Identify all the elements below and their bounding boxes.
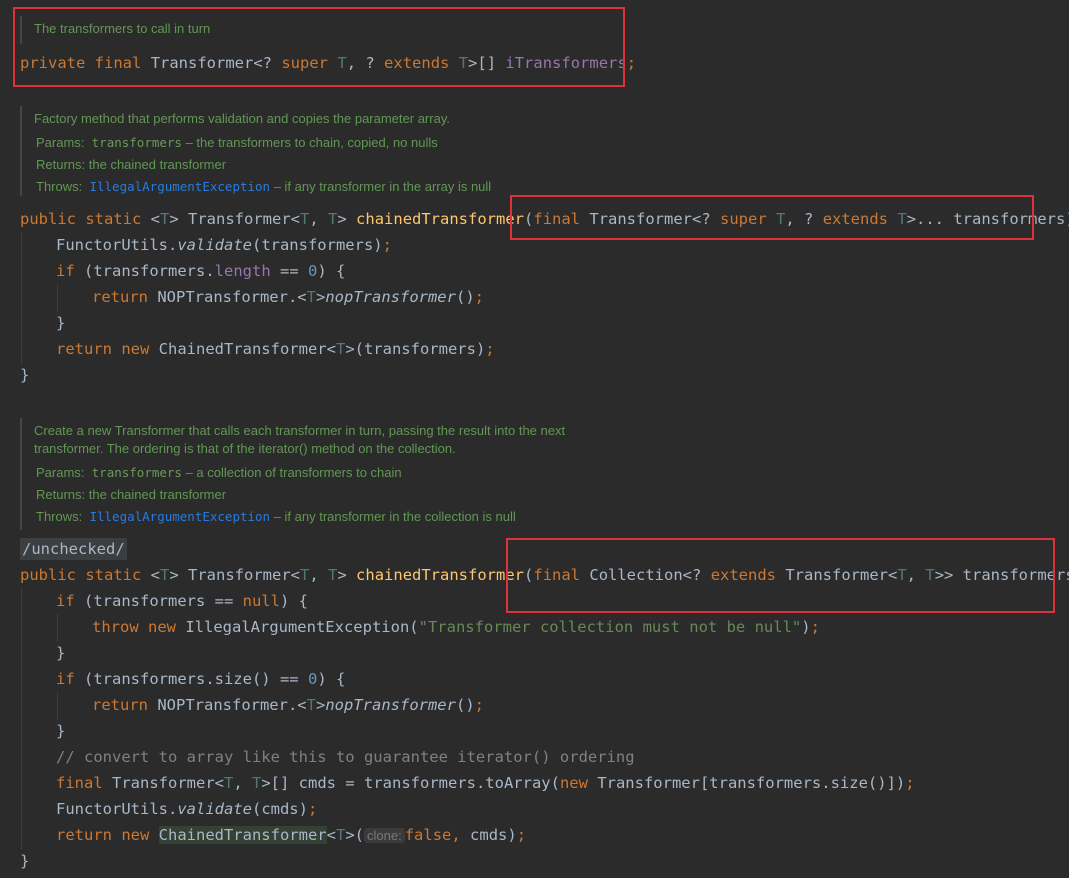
code-line[interactable]: if (transformers.size() == 0) {: [56, 669, 1069, 689]
method1-javadoc-desc: Factory method that performs validation …: [34, 111, 450, 126]
code-line[interactable]: final Transformer<T, T>[] cmds = transfo…: [56, 773, 1069, 793]
unchecked-annotation[interactable]: /unchecked/: [20, 538, 127, 560]
indent-guide: [57, 284, 58, 312]
method1-javadoc-params: Params: transformers – the transformers …: [36, 135, 438, 150]
highlight-box-collection-param: [506, 538, 1055, 613]
method1-javadoc-throws: Throws: IllegalArgumentException – if an…: [36, 179, 492, 194]
code-line[interactable]: }: [56, 721, 1069, 741]
code-comment[interactable]: // convert to array like this to guarant…: [56, 747, 1069, 767]
code-line[interactable]: return NOPTransformer.<T>nopTransformer(…: [92, 695, 1069, 715]
method2-javadoc-throws: Throws: IllegalArgumentException – if an…: [36, 509, 516, 524]
method2-javadoc-desc-line2: transformer. The ordering is that of the…: [34, 441, 456, 456]
code-line[interactable]: return new ChainedTransformer<T>(transfo…: [56, 339, 1069, 359]
code-line[interactable]: }: [20, 365, 1069, 385]
highlight-box-field: [13, 7, 625, 87]
method1-javadoc-returns: Returns: the chained transformer: [36, 157, 227, 172]
indent-guide: [57, 614, 58, 642]
indent-guide: [57, 692, 58, 720]
parameter-hint: clone:: [364, 828, 405, 843]
code-line[interactable]: }: [56, 313, 1069, 333]
doc-gutter-bar: [20, 418, 22, 530]
indent-guide: [21, 232, 22, 364]
code-line[interactable]: return new ChainedTransformer<T>(clone: f…: [56, 825, 1069, 846]
indent-guide: [21, 588, 22, 850]
exception-link[interactable]: IllegalArgumentException: [89, 179, 270, 194]
code-line[interactable]: return NOPTransformer.<T>nopTransformer(…: [92, 287, 1069, 307]
exception-link[interactable]: IllegalArgumentException: [89, 509, 270, 524]
doc-gutter-bar: [20, 106, 22, 196]
code-line[interactable]: if (transformers.length == 0) {: [56, 261, 1069, 281]
code-line[interactable]: }: [20, 851, 1069, 871]
method2-javadoc-desc-line1: Create a new Transformer that calls each…: [34, 423, 566, 438]
code-line[interactable]: FunctorUtils.validate(cmds);: [56, 799, 1069, 819]
highlight-box-varargs-param: [510, 195, 1034, 240]
code-line[interactable]: }: [56, 643, 1069, 663]
method2-javadoc-params: Params: transformers – a collection of t…: [36, 465, 402, 480]
method2-javadoc-returns: Returns: the chained transformer: [36, 487, 227, 502]
code-line[interactable]: throw new IllegalArgumentException("Tran…: [92, 617, 1069, 637]
